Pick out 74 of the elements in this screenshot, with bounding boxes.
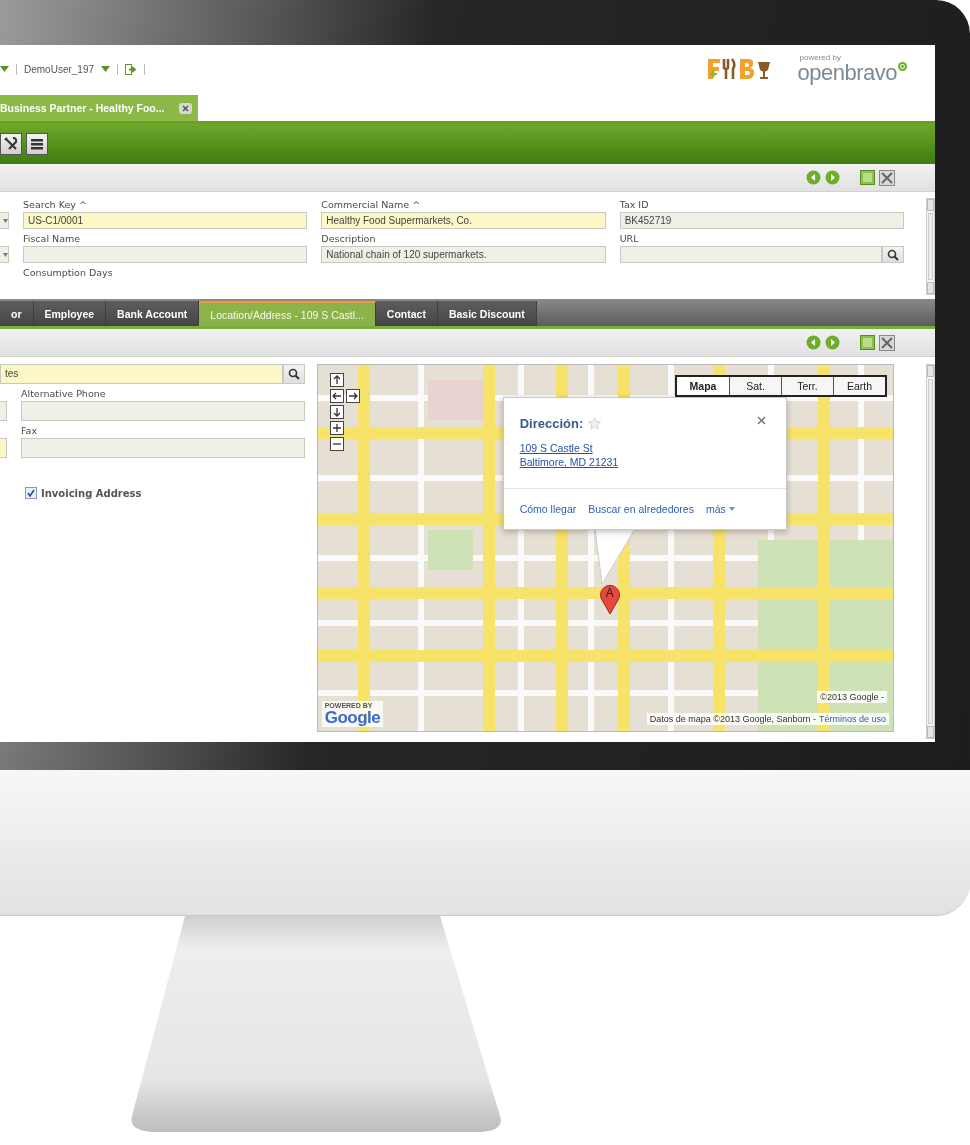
google-logo[interactable]: Google — [324, 709, 381, 726]
tools-icon — [4, 137, 18, 151]
checkbox-label: Invoicing Address — [41, 487, 142, 499]
search-icon — [287, 368, 300, 380]
search-icon — [887, 248, 899, 261]
field-label: Description — [321, 232, 377, 246]
dropdown-caret-icon[interactable] — [101, 66, 111, 72]
close-icon[interactable] — [756, 416, 766, 425]
input-field[interactable] — [0, 438, 7, 458]
input-field[interactable]: US-C1/0001 — [23, 212, 308, 229]
field-label: Alternative Phone — [21, 387, 107, 401]
dropdown-field[interactable] — [0, 212, 9, 229]
map-marker[interactable]: A — [598, 583, 621, 615]
map-attribution: Datos de mapa ©2013 Google, Sanborn - — [649, 714, 816, 724]
field-label: Search Key ^ — [23, 198, 88, 212]
checkbox[interactable] — [25, 487, 37, 499]
next-button[interactable] — [825, 335, 840, 350]
input-field[interactable]: Healthy Food Supermarkets, Co. — [321, 212, 606, 229]
address-link[interactable]: 109 S Castle St — [519, 441, 593, 455]
search-button[interactable] — [882, 246, 904, 263]
list-button[interactable] — [26, 133, 48, 155]
field-label: Consumption Days — [23, 266, 114, 280]
popup-link[interactable]: más — [705, 503, 726, 515]
sub-tab[interactable]: Bank Account — [106, 301, 200, 326]
field-label: Tax ID — [619, 198, 650, 212]
previous-button[interactable] — [806, 170, 821, 185]
address-link[interactable]: Baltimore, MD 21231 — [519, 455, 619, 469]
brand-logo: openbravo — [797, 62, 897, 84]
close-button[interactable] — [879, 334, 895, 351]
popup-link[interactable]: Buscar en alrededores — [588, 503, 694, 515]
copyright-text: ©2013 Google - — [817, 691, 887, 703]
dropdown-caret-icon[interactable] — [0, 66, 9, 72]
star-icon[interactable] — [588, 417, 602, 430]
caret-icon — [3, 218, 8, 223]
input-field[interactable] — [0, 401, 7, 421]
input-field[interactable] — [21, 401, 305, 421]
next-button[interactable] — [825, 170, 840, 185]
map-type-button[interactable]: Terr. — [781, 377, 833, 395]
field-label: URL — [619, 232, 640, 246]
sub-tab[interactable]: or — [0, 301, 34, 326]
maximize-button[interactable] — [860, 335, 875, 350]
power-icon — [898, 62, 907, 71]
scrollbar[interactable] — [926, 198, 935, 295]
caret-icon — [3, 252, 8, 257]
logo-tagline: powered by — [799, 54, 842, 62]
popup-title: Dirección: — [519, 416, 584, 431]
sub-tab[interactable]: Basic Discount — [437, 301, 537, 326]
scrollbar[interactable] — [926, 364, 935, 739]
terms-link[interactable]: Términos de uso — [818, 714, 886, 724]
dropdown-field[interactable] — [0, 246, 9, 263]
popup-link[interactable]: Cómo llegar — [519, 503, 577, 515]
input-field[interactable] — [619, 246, 882, 263]
previous-button[interactable] — [806, 335, 821, 350]
list-icon — [30, 138, 44, 150]
field-label: Fiscal Name — [23, 232, 82, 246]
user-menu[interactable]: DemoUser_197 — [24, 63, 95, 75]
sub-tab[interactable]: Employee — [33, 301, 107, 326]
input-field[interactable]: BK452719 — [619, 212, 904, 229]
input-field[interactable]: tes — [0, 364, 283, 384]
map-type-button[interactable]: Sat. — [729, 377, 781, 395]
dropdown-caret-icon[interactable] — [728, 507, 735, 511]
input-field[interactable]: National chain of 120 supermarkets. — [321, 246, 606, 263]
close-button[interactable] — [879, 169, 895, 186]
maximize-button[interactable] — [860, 170, 875, 185]
field-label: Fax — [21, 424, 39, 438]
map-type-button[interactable]: Earth — [833, 377, 885, 395]
tools-button[interactable] — [0, 133, 22, 155]
search-button[interactable] — [282, 364, 305, 384]
input-field[interactable] — [23, 246, 308, 263]
close-tab-button[interactable] — [178, 102, 192, 114]
field-label: Commercial Name ^ — [321, 198, 422, 212]
input-field[interactable] — [21, 438, 305, 458]
sub-tab[interactable]: Contact — [375, 301, 438, 326]
logout-icon[interactable] — [125, 63, 138, 75]
